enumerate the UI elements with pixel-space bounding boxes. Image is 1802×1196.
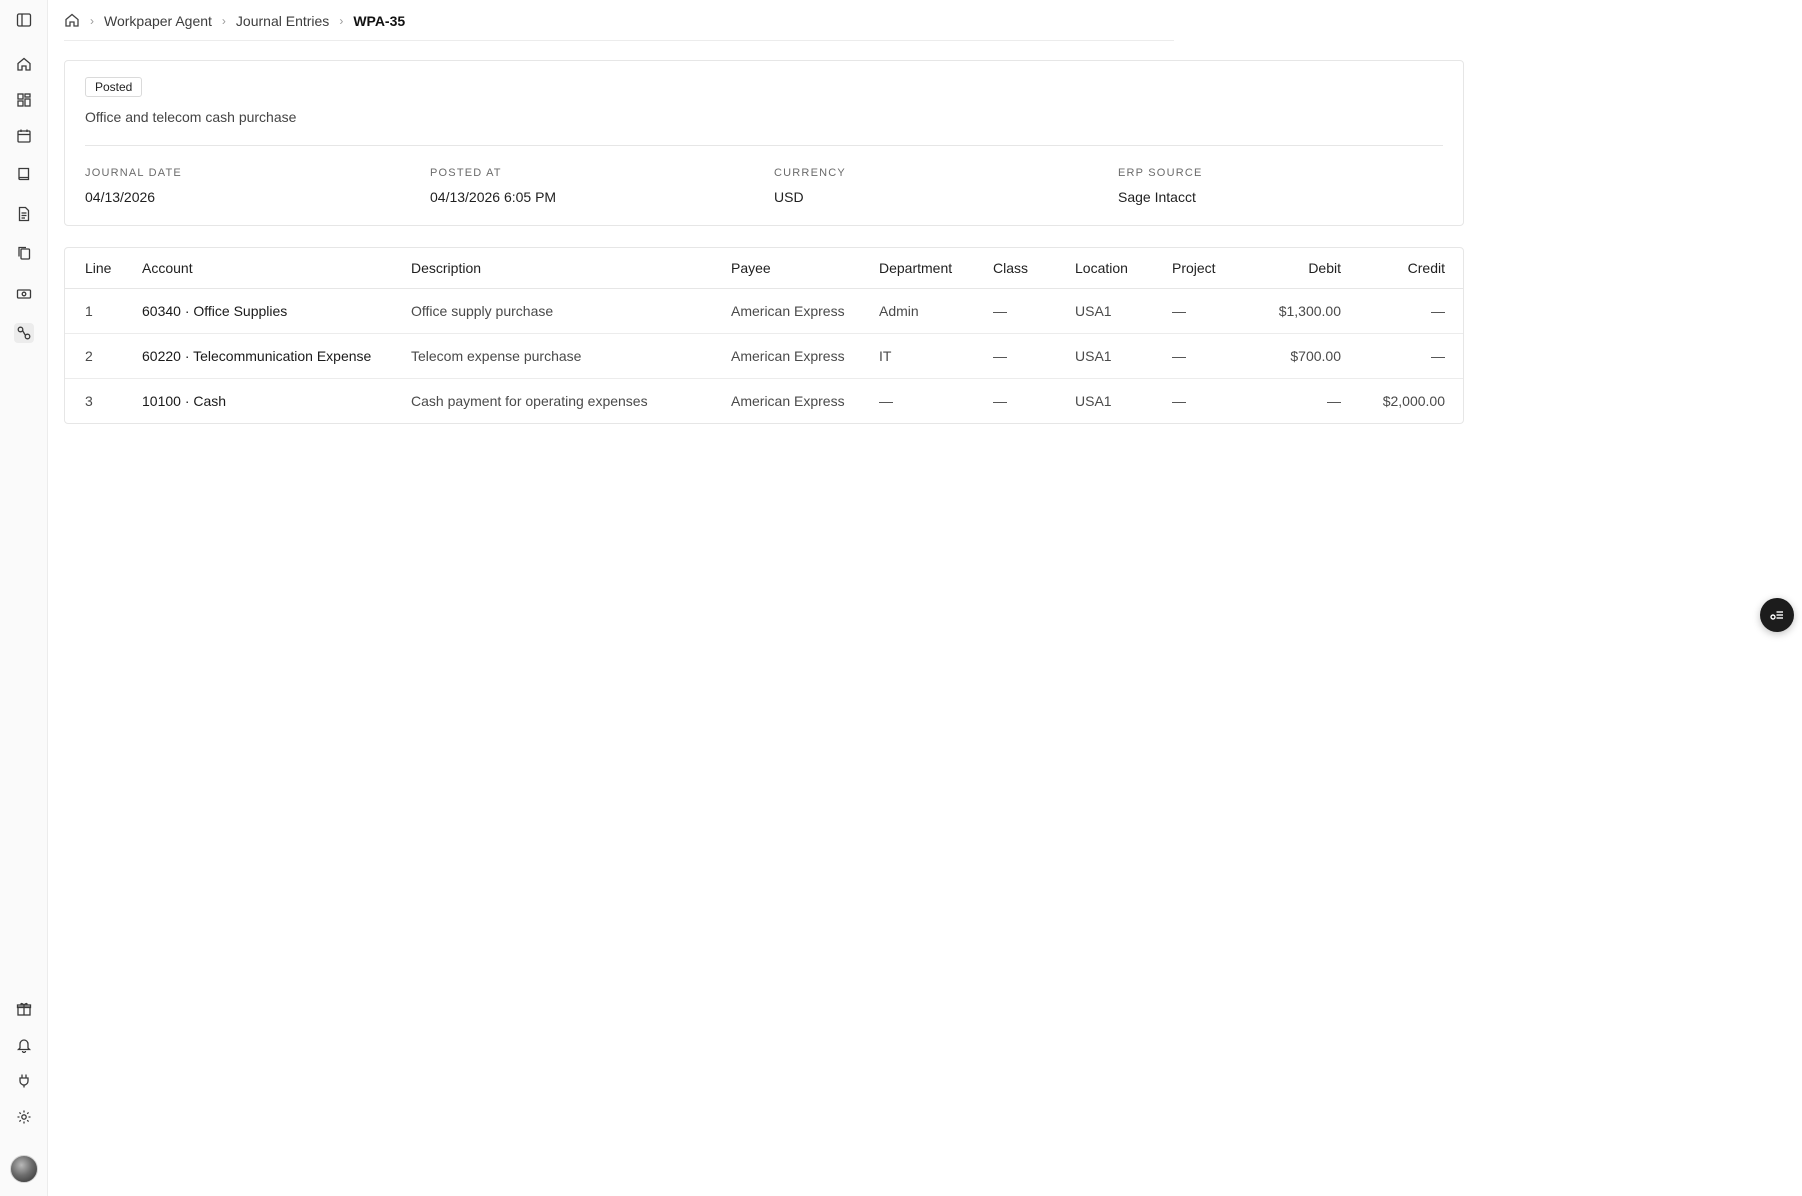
chevron-right-icon: › bbox=[90, 14, 94, 28]
assistant-fab-button[interactable] bbox=[1760, 598, 1794, 632]
cell-account: 60220 · Telecommunication Expense bbox=[122, 333, 391, 379]
cell-location: USA1 bbox=[1055, 333, 1152, 379]
home-icon[interactable] bbox=[14, 54, 34, 74]
cell-debit: $700.00 bbox=[1242, 333, 1361, 379]
meta-erp-source: ERP SOURCE Sage Intacct bbox=[1118, 167, 1203, 205]
breadcrumb-item-workpaper-agent[interactable]: Workpaper Agent bbox=[104, 13, 212, 29]
status-badge: Posted bbox=[85, 77, 143, 97]
cell-department: IT bbox=[859, 333, 973, 379]
breadcrumb-item-journal-entries[interactable]: Journal Entries bbox=[236, 13, 329, 29]
column-header-line[interactable]: Line bbox=[65, 248, 122, 289]
breadcrumb: › Workpaper Agent › Journal Entries › WP… bbox=[64, 10, 405, 32]
journal-lines-table: Line Account Description Payee Departmen… bbox=[64, 247, 1464, 424]
calendar-icon[interactable] bbox=[14, 126, 34, 146]
meta-value: 04/13/2026 6:05 PM bbox=[430, 189, 557, 205]
table-header-row: Line Account Description Payee Departmen… bbox=[65, 248, 1463, 289]
meta-label: CURRENCY bbox=[774, 167, 846, 179]
column-header-class[interactable]: Class bbox=[973, 248, 1055, 289]
workflow-icon[interactable] bbox=[14, 323, 34, 343]
document-icon[interactable] bbox=[14, 204, 34, 224]
meta-value: USD bbox=[774, 189, 804, 205]
chevron-right-icon: › bbox=[221, 14, 226, 28]
cell-line: 1 bbox=[65, 288, 122, 334]
cell-project: — bbox=[1152, 288, 1242, 334]
card-divider bbox=[85, 145, 1443, 146]
header-divider bbox=[64, 40, 1174, 41]
avatar[interactable] bbox=[10, 1155, 38, 1183]
meta-label: POSTED AT bbox=[430, 167, 502, 179]
meta-currency: CURRENCY USD bbox=[774, 167, 846, 205]
meta-journal-date: JOURNAL DATE 04/13/2026 bbox=[85, 167, 182, 205]
copy-icon[interactable] bbox=[14, 243, 34, 263]
cell-location: USA1 bbox=[1075, 392, 1112, 409]
cell-department: — bbox=[879, 392, 893, 409]
meta-value: 04/13/2026 bbox=[85, 189, 156, 205]
cash-icon[interactable] bbox=[14, 284, 34, 304]
table-row[interactable]: 2 60220 · Telecommunication Expense Tele… bbox=[65, 333, 1463, 379]
cell-account: 60340 · Office Supplies bbox=[122, 288, 391, 334]
table-row[interactable]: 1 60340 · Office Supplies Office supply … bbox=[65, 288, 1463, 334]
cell-credit: — bbox=[1361, 288, 1463, 334]
chevron-right-icon: › bbox=[339, 14, 344, 28]
breadcrumb-current: WPA-35 bbox=[353, 13, 406, 29]
column-header-payee[interactable]: Payee bbox=[711, 248, 859, 289]
plug-icon[interactable] bbox=[14, 1071, 34, 1091]
meta-label: JOURNAL DATE bbox=[85, 167, 182, 179]
column-header-description[interactable]: Description bbox=[391, 248, 711, 289]
breadcrumb-home-icon[interactable] bbox=[64, 12, 80, 31]
sidebar-toggle-icon[interactable] bbox=[14, 10, 34, 30]
column-header-credit[interactable]: Credit bbox=[1361, 248, 1463, 289]
cell-debit: $1,300.00 bbox=[1242, 288, 1361, 334]
cell-class: — bbox=[973, 288, 1055, 334]
cell-class: — bbox=[993, 392, 1007, 409]
book-icon[interactable] bbox=[14, 164, 34, 184]
gift-icon[interactable] bbox=[14, 999, 34, 1019]
sidebar bbox=[0, 0, 48, 1196]
cell-description: Office supply purchase bbox=[391, 288, 711, 334]
entry-summary-card: Posted Office and telecom cash purchase … bbox=[64, 60, 1464, 226]
cell-description: Telecom expense purchase bbox=[391, 333, 711, 379]
cell-department: Admin bbox=[859, 288, 973, 334]
cell-line: 3 bbox=[85, 392, 93, 409]
cell-class: — bbox=[973, 333, 1055, 379]
dashboard-icon[interactable] bbox=[14, 90, 34, 110]
assistant-icon bbox=[1770, 611, 1783, 620]
meta-posted-at: POSTED AT 04/13/2026 6:05 PM bbox=[430, 167, 556, 205]
cell-project: — bbox=[1172, 392, 1186, 409]
column-header-department[interactable]: Department bbox=[859, 248, 973, 289]
cell-payee: American Express bbox=[711, 288, 859, 334]
meta-value: Sage Intacct bbox=[1118, 189, 1196, 205]
bell-icon[interactable] bbox=[14, 1035, 34, 1055]
entry-memo: Office and telecom cash purchase bbox=[85, 109, 297, 125]
cell-payee: American Express bbox=[731, 392, 845, 409]
cell-account: 10100 · Cash bbox=[142, 392, 227, 409]
cell-debit: — bbox=[1327, 392, 1341, 409]
app-root: › Workpaper Agent › Journal Entries › WP… bbox=[0, 0, 1802, 1196]
cell-location: USA1 bbox=[1055, 288, 1152, 334]
cell-description: Cash payment for operating expenses bbox=[411, 392, 648, 409]
column-header-account[interactable]: Account bbox=[122, 248, 391, 289]
cell-payee: American Express bbox=[711, 333, 859, 379]
cell-credit: $2,000.00 bbox=[1382, 392, 1445, 409]
cell-line: 2 bbox=[65, 333, 122, 379]
column-header-project[interactable]: Project bbox=[1152, 248, 1242, 289]
gear-icon[interactable] bbox=[14, 1107, 34, 1127]
meta-label: ERP SOURCE bbox=[1118, 167, 1203, 179]
cell-project: — bbox=[1152, 333, 1242, 379]
cell-credit: — bbox=[1361, 333, 1463, 379]
column-header-debit[interactable]: Debit bbox=[1242, 248, 1361, 289]
table-row[interactable]: 3 10100 · Cash Cash payment for operatin… bbox=[65, 378, 1463, 423]
column-header-location[interactable]: Location bbox=[1055, 248, 1152, 289]
